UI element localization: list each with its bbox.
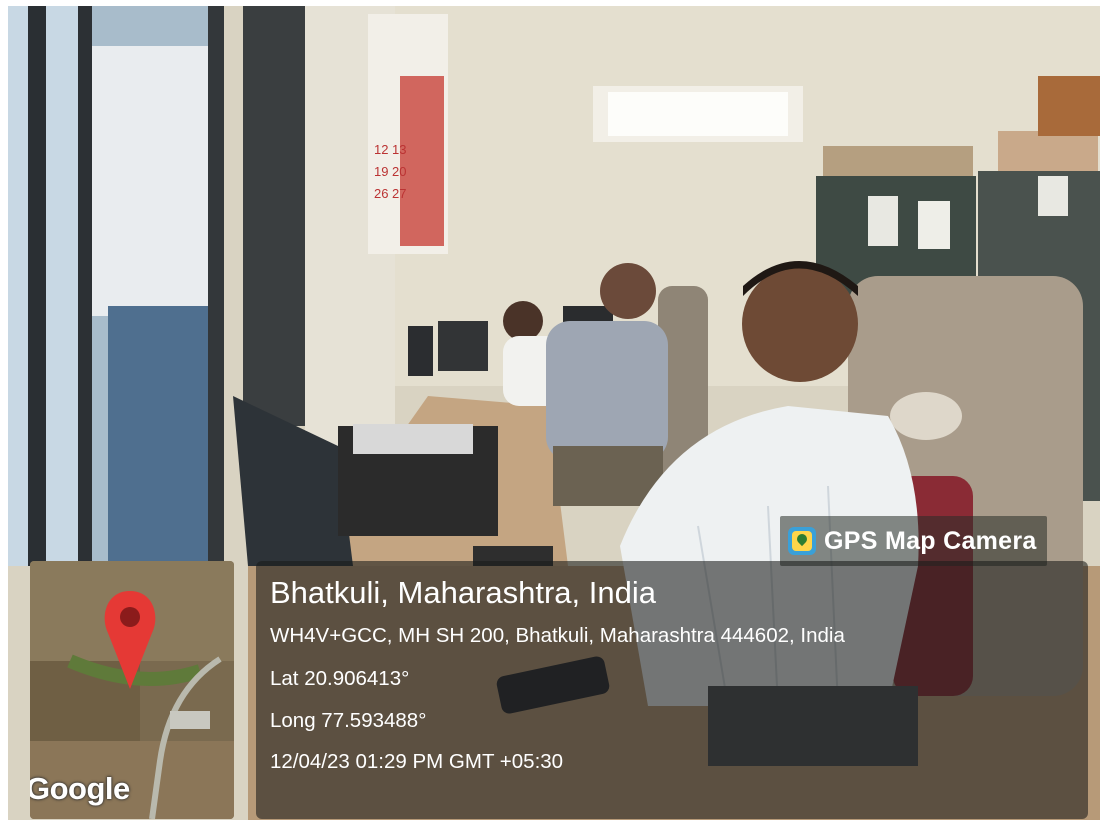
app-badge-label: GPS Map Camera <box>824 526 1037 555</box>
calendar-number: 20 <box>392 164 406 179</box>
timestamp-readout: 12/04/23 01:29 PM GMT +05:30 <box>270 750 564 773</box>
calendar-number: 13 <box>392 142 406 157</box>
longitude-readout: Long 77.593488° <box>270 709 427 732</box>
location-title: Bhatkuli, Maharashtra, India <box>270 575 656 610</box>
calendar-number: 27 <box>392 186 406 201</box>
calendar-number: 12 <box>374 142 388 157</box>
app-badge: GPS Map Camera <box>780 516 1047 566</box>
location-address: WH4V+GCC, MH SH 200, Bhatkuli, Maharasht… <box>270 624 845 647</box>
location-info-panel: Bhatkuli, Maharashtra, India WH4V+GCC, M… <box>256 561 1088 819</box>
geotagged-photo: 12 13 19 20 26 27 Google GPS Map Camera … <box>8 6 1100 820</box>
location-minimap: Google <box>30 561 234 819</box>
latitude-readout: Lat 20.906413° <box>270 667 410 690</box>
calendar-number: 19 <box>374 164 388 179</box>
calendar-number: 26 <box>374 186 388 201</box>
gps-map-camera-app-icon <box>788 527 816 555</box>
google-attribution: Google <box>30 771 130 806</box>
